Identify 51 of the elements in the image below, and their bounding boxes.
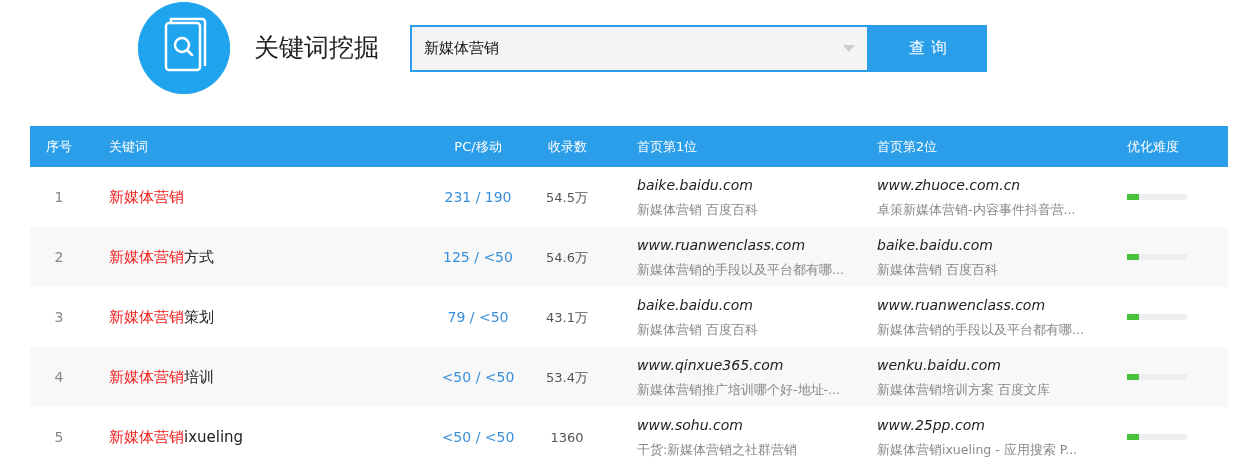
result-title: 新媒体营销 百度百科 — [877, 262, 998, 277]
keyword-link[interactable]: 新媒体营销培训 — [109, 368, 214, 386]
indexed-count: 54.6万 — [546, 250, 588, 265]
column-header: 优化难度 — [1127, 138, 1179, 154]
indexed-count: 53.4万 — [546, 370, 588, 385]
column-header: 收录数 — [547, 138, 587, 154]
keyword-link[interactable]: 新媒体营销方式 — [109, 248, 214, 266]
result-domain: www.ruanwenclass.com — [877, 297, 1046, 313]
result-domain: www.zhuoce.com.cn — [877, 177, 1021, 193]
result-domain: www.ruanwenclass.com — [637, 237, 806, 253]
result-title: 新媒体营销 百度百科 — [637, 322, 758, 337]
indexed-count: 43.1万 — [546, 310, 588, 325]
row-number: 3 — [54, 309, 64, 325]
search-volume: <50 / <50 — [441, 369, 515, 385]
result-title: 新媒体营销的手段以及平台都有哪... — [637, 262, 844, 277]
page-title: 关键词挖掘 — [254, 32, 380, 65]
result-domain: wenku.baidu.com — [877, 357, 1001, 373]
search-field[interactable]: 新媒体营销 — [410, 24, 869, 72]
result-domain: baike.baidu.com — [637, 177, 753, 193]
row-number: 4 — [54, 369, 64, 385]
column-header: 关键词 — [109, 138, 148, 154]
result-title: 新媒体营销培训方案 百度文库 — [877, 382, 1050, 397]
row-number: 5 — [54, 429, 64, 445]
result-title: 新媒体营销推广培训哪个好-地址-... — [637, 382, 840, 397]
column-header: 首页第2位 — [877, 138, 938, 154]
result-domain: www.25pp.com — [877, 417, 985, 433]
keyword-link[interactable]: 新媒体营销ixueling — [109, 428, 244, 446]
search-volume: <50 / <50 — [441, 429, 515, 445]
indexed-count: 54.5万 — [546, 190, 588, 205]
keyword-link[interactable]: 新媒体营销 — [109, 188, 184, 206]
result-title: 新媒体营销 百度百科 — [637, 202, 758, 217]
row-number: 2 — [54, 249, 64, 265]
result-title: 新媒体营销ixueling - 应用搜索 P... — [877, 442, 1078, 457]
keyword-link[interactable]: 新媒体营销策划 — [109, 308, 214, 326]
result-title: 新媒体营销的手段以及平台都有哪... — [877, 322, 1084, 337]
logo-icon — [138, 2, 230, 94]
column-header: 首页第1位 — [637, 138, 698, 154]
search-volume: 231 / 190 — [444, 189, 512, 205]
result-title: 干货:新媒体营销之社群营销 — [637, 442, 798, 457]
result-title: 卓策新媒体营销-内容事件抖音营... — [877, 202, 1076, 217]
dropdown-caret-icon — [843, 44, 855, 52]
column-header: 序号 — [46, 138, 72, 154]
column-header: PC/移动 — [454, 138, 502, 154]
result-domain: baike.baidu.com — [637, 297, 753, 313]
result-domain: www.sohu.com — [637, 417, 743, 433]
indexed-count: 1360 — [550, 430, 584, 445]
search-volume: 79 / <50 — [447, 309, 509, 325]
result-domain: baike.baidu.com — [877, 237, 993, 253]
search-volume: 125 / <50 — [443, 249, 513, 265]
row-number: 1 — [54, 189, 64, 205]
result-domain: www.qinxue365.com — [637, 357, 784, 373]
